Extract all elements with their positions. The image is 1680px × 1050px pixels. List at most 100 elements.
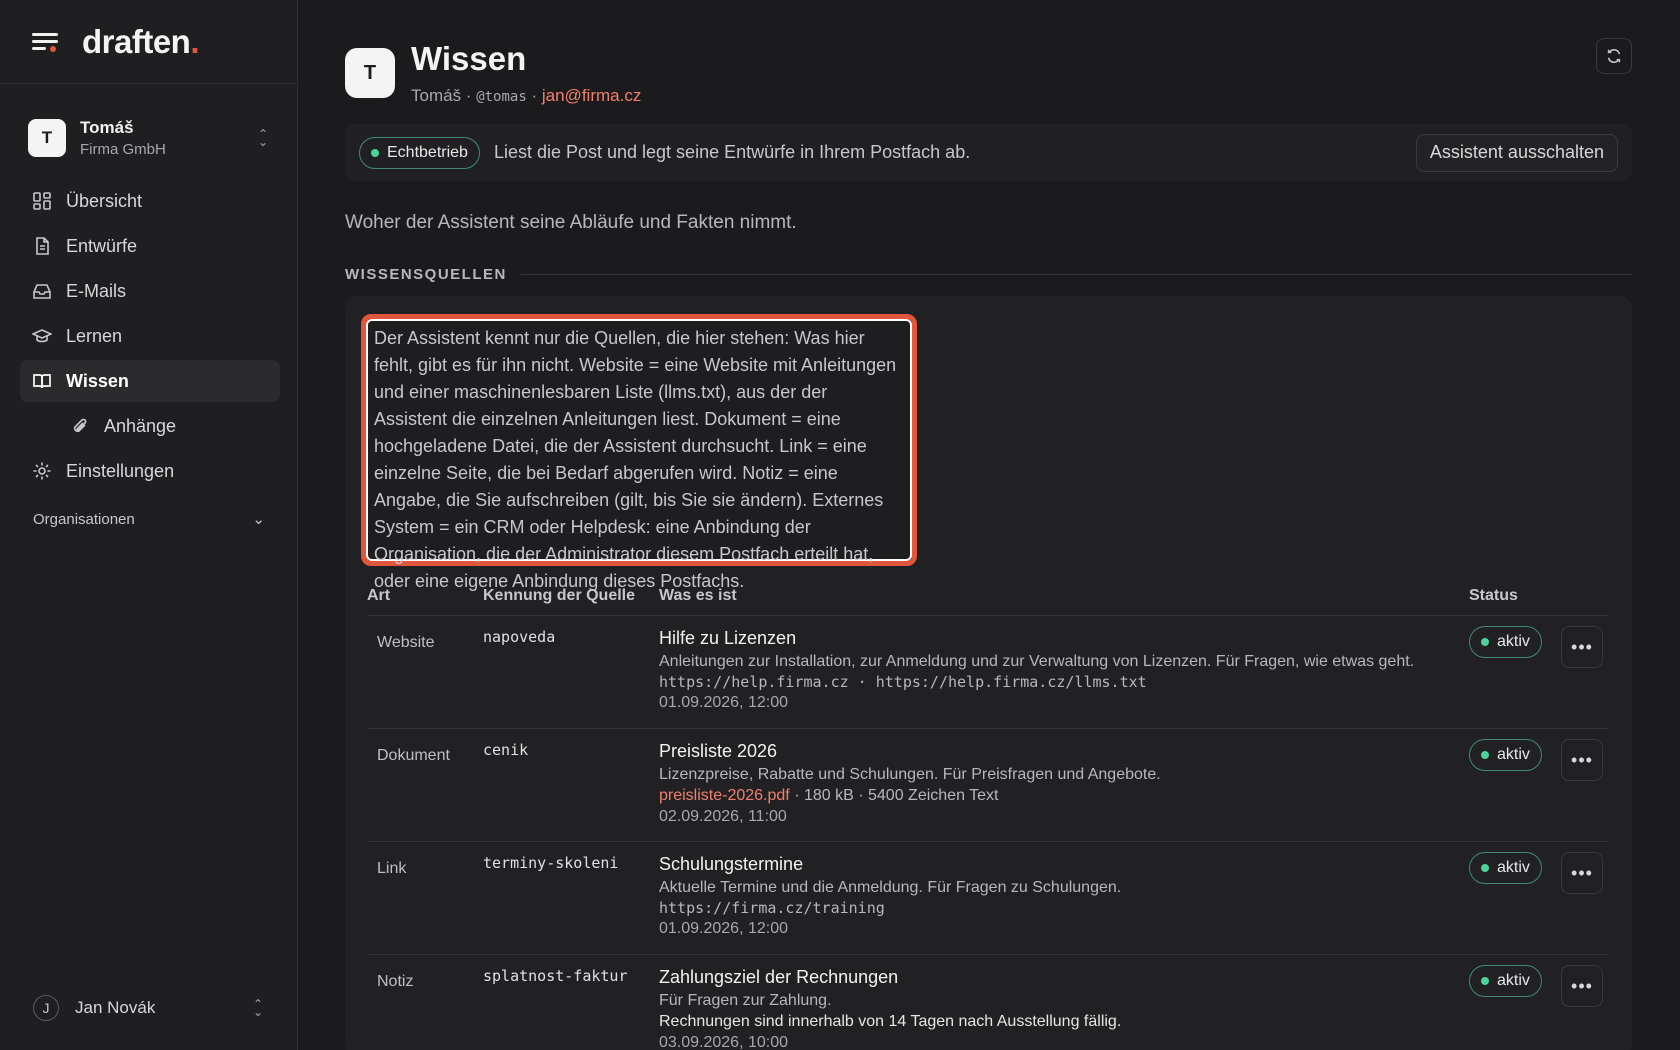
mailbox-email[interactable]: jan@firma.cz [542, 86, 641, 105]
row-menu-button[interactable]: ••• [1561, 852, 1603, 894]
source-note: Rechnungen sind innerhalb von 14 Tagen n… [659, 1013, 1122, 1030]
source-date: 03.09.2026, 10:00 [659, 1034, 789, 1050]
mailbox-avatar: T [345, 48, 395, 98]
intro-text: Woher der Assistent seine Abläufe und Fa… [345, 212, 797, 233]
separator: · [526, 86, 542, 105]
status-dot-icon [1481, 751, 1489, 759]
sidebar-item-entwuerfe[interactable]: Entwürfe [20, 225, 280, 267]
gear-icon [32, 461, 52, 481]
table-header: Art Kennung der Quelle Was es ist Status [367, 576, 1609, 616]
chevron-updown-icon: ⌃ ⌄ [257, 127, 269, 149]
sidebar-item-label: Übersicht [66, 190, 143, 211]
highlighted-callout: Der Assistent kennt nur die Quellen, die… [361, 314, 917, 591]
source-file-link[interactable]: preisliste-2026.pdf [659, 787, 790, 804]
status-label: aktiv [1497, 972, 1530, 989]
sidebar-nav: Übersicht Entwürfe E-Mails Lernen Wissen… [20, 180, 280, 495]
source-title: Hilfe zu Lizenzen [659, 628, 797, 648]
page-title: Wissen [411, 40, 527, 77]
org-avatar: T [28, 119, 66, 157]
sidebar-item-label: Wissen [66, 370, 129, 391]
source-description: Aktuelle Termine und die Anmeldung. Für … [659, 879, 1122, 896]
user-menu[interactable]: J Jan Novák ⌃ ⌄ [33, 994, 265, 1022]
source-file-meta: · 180 kB · 5400 Zeichen Text [789, 787, 999, 804]
source-description: Für Fragen zur Zahlung. [659, 992, 832, 1009]
more-horizontal-icon: ••• [1571, 975, 1593, 996]
divider [520, 274, 1632, 275]
sidebar-item-uebersicht[interactable]: Übersicht [20, 180, 280, 222]
source-url: https://help.firma.cz · https://help.fir… [659, 673, 1147, 691]
separator: · [461, 86, 477, 105]
paperclip-icon [70, 416, 90, 436]
source-title: Schulungstermine [659, 854, 804, 874]
org-company: Firma GmbH [80, 141, 166, 158]
status-label: aktiv [1497, 746, 1530, 763]
source-title: Zahlungsziel der Rechnungen [659, 967, 899, 987]
section-heading: WISSENSQUELLEN [345, 266, 1632, 283]
refresh-icon [1607, 49, 1621, 63]
column-header-art: Art [367, 586, 391, 604]
main-content: T Wissen Tomáš · @tomas · jan@firma.cz E… [298, 0, 1680, 1050]
status-dot-icon [1481, 638, 1489, 646]
source-key: splatnost-faktur [483, 967, 628, 985]
more-horizontal-icon: ••• [1571, 862, 1593, 883]
org-name: Tomáš [80, 118, 134, 137]
row-menu-button[interactable]: ••• [1561, 739, 1603, 781]
menu-icon[interactable] [32, 30, 60, 54]
chevron-down-icon: ⌄ [252, 511, 265, 528]
sidebar-item-label: Lernen [66, 325, 123, 346]
book-icon [32, 371, 52, 391]
table-row[interactable]: Website napoveda Hilfe zu Lizenzen Anlei… [367, 616, 1609, 729]
app-logo[interactable]: draften. [82, 23, 199, 61]
source-type: Notiz [377, 973, 414, 990]
sidebar: draften. T Tomáš Firma GmbH ⌃ ⌄ Übersicht… [0, 0, 298, 1050]
more-horizontal-icon: ••• [1571, 636, 1593, 657]
table-row[interactable]: Dokument cenik Preisliste 2026 Lizenzpre… [367, 729, 1609, 842]
disable-assistant-button[interactable]: Assistent ausschalten [1415, 133, 1618, 172]
source-date: 02.09.2026, 11:00 [659, 808, 787, 825]
status-label: aktiv [1497, 633, 1530, 650]
org-switcher[interactable]: T Tomáš Firma GmbH ⌃ ⌄ [28, 116, 270, 160]
brand-bar: draften. [0, 0, 297, 84]
more-horizontal-icon: ••• [1571, 749, 1593, 770]
sidebar-item-emails[interactable]: E-Mails [20, 270, 280, 312]
mailbox-owner: Tomáš [411, 86, 462, 105]
callout-text: Der Assistent kennt nur die Quellen, die… [366, 319, 912, 591]
document-icon [32, 236, 52, 256]
column-header-key: Kennung der Quelle [483, 586, 636, 604]
status-text: Liest die Post und legt seine Entwürfe i… [493, 142, 971, 162]
knowledge-sources-panel: Der Assistent kennt nur die Quellen, die… [345, 296, 1632, 1050]
sources-table: Art Kennung der Quelle Was es ist Status… [367, 576, 1609, 1050]
row-menu-button[interactable]: ••• [1561, 626, 1603, 668]
refresh-button[interactable] [1596, 38, 1632, 74]
source-date: 01.09.2026, 12:00 [659, 920, 789, 937]
source-type: Link [377, 860, 407, 877]
column-header-what: Was es ist [659, 586, 737, 604]
sidebar-item-einstellungen[interactable]: Einstellungen [20, 450, 280, 492]
source-type: Dokument [377, 747, 450, 764]
user-name: Jan Novák [75, 998, 156, 1017]
row-menu-button[interactable]: ••• [1561, 965, 1603, 1007]
sidebar-item-label: Einstellungen [66, 460, 175, 481]
table-row[interactable]: Notiz splatnost-faktur Zahlungsziel der … [367, 955, 1609, 1050]
status-badge: aktiv [1469, 626, 1542, 658]
column-header-status: Status [1469, 586, 1518, 604]
sidebar-item-anhaenge[interactable]: Anhänge [20, 405, 280, 447]
sidebar-item-wissen[interactable]: Wissen [20, 360, 280, 402]
sidebar-item-lernen[interactable]: Lernen [20, 315, 280, 357]
source-date: 01.09.2026, 12:00 [659, 694, 789, 711]
source-key: cenik [483, 741, 529, 759]
status-badge: aktiv [1469, 965, 1542, 997]
graduation-cap-icon [32, 326, 52, 346]
organisations-label: Organisationen [33, 510, 135, 528]
source-url: https://firma.cz/training [659, 899, 885, 917]
source-description: Lizenzpreise, Rabatte und Schulungen. Fü… [659, 766, 1161, 783]
mailbox-handle: @tomas [476, 89, 527, 105]
source-file-info: preisliste-2026.pdf · 180 kB · 5400 Zeic… [659, 787, 1469, 805]
user-avatar: J [33, 995, 59, 1021]
organisations-toggle[interactable]: Organisationen ⌄ [33, 510, 265, 529]
status-dot-icon [1481, 864, 1489, 872]
assistant-status-bar: Echtbetrieb Liest die Post und legt sein… [345, 124, 1632, 181]
mailbox-subtitle: Tomáš · @tomas · jan@firma.cz [411, 86, 641, 106]
table-row[interactable]: Link terminy-skoleni Schulungstermine Ak… [367, 842, 1609, 955]
source-type: Website [377, 634, 435, 651]
